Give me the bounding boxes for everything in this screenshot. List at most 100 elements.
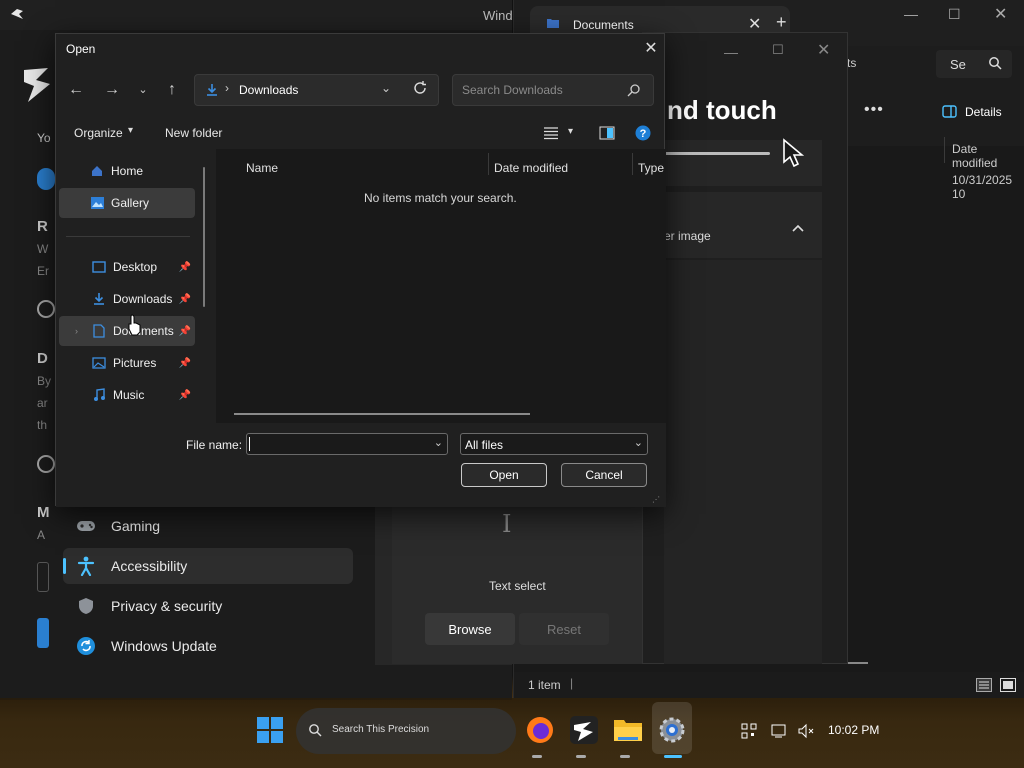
browse-button[interactable]: Browse — [425, 613, 515, 645]
settings-button-fragment[interactable] — [37, 618, 49, 648]
minimize-icon[interactable]: — — [904, 6, 918, 22]
settings-fragment: R — [37, 218, 48, 235]
search-downloads-input[interactable]: Search Downloads — [452, 74, 654, 106]
display-icon[interactable] — [771, 723, 789, 744]
column-separator[interactable] — [488, 153, 489, 175]
settings-fragment: W — [37, 242, 49, 256]
pin-icon[interactable]: 📌 — [179, 326, 191, 337]
expand-chevron-icon[interactable]: › — [75, 326, 78, 336]
organize-dropdown-icon: ▾ — [128, 125, 134, 136]
firefox-icon[interactable] — [522, 712, 558, 748]
running-indicator — [664, 755, 682, 758]
nav-item-pictures[interactable]: Pictures 📌 — [59, 348, 195, 378]
settings-nav-privacy[interactable]: Privacy & security — [63, 588, 353, 624]
preview-pane-icon[interactable] — [599, 126, 615, 145]
settings-titlebar — [0, 0, 512, 30]
column-header-date-modified[interactable]: Date modified — [952, 142, 1024, 170]
new-folder-button[interactable]: New folder — [165, 126, 222, 140]
chevron-down-icon[interactable]: ⌄ — [434, 436, 443, 449]
horizontal-scrollbar[interactable] — [234, 413, 530, 415]
text-cursor-icon: I — [502, 510, 512, 538]
close-icon[interactable]: ✕ — [817, 40, 830, 60]
settings-fragment: th — [37, 418, 48, 432]
back-arrow-icon[interactable]: ← — [64, 78, 88, 102]
nav-item-downloads[interactable]: Downloads 📌 — [59, 284, 195, 314]
nav-item-home[interactable]: Home — [59, 156, 195, 186]
file-explorer-icon[interactable] — [610, 712, 646, 748]
search-icon — [627, 83, 641, 102]
address-bar[interactable]: › Downloads ⌄ — [194, 74, 439, 106]
chevron-up-icon[interactable] — [792, 219, 804, 237]
eagle-app-icon[interactable] — [566, 712, 602, 748]
refresh-icon[interactable] — [412, 80, 428, 101]
maximize-icon[interactable]: ☐ — [948, 6, 961, 23]
taskbar-clock[interactable]: 10:02 PM — [828, 723, 879, 737]
column-separator[interactable] — [632, 153, 633, 175]
nav-item-music[interactable]: Music 📌 — [59, 380, 195, 410]
nav-item-gallery[interactable]: Gallery — [59, 188, 195, 218]
cancel-button[interactable]: Cancel — [561, 463, 647, 487]
settings-input-fragment[interactable] — [37, 562, 49, 592]
resize-grip-icon[interactable]: ⋰ — [652, 495, 660, 504]
close-icon[interactable]: ✕ — [994, 4, 1007, 24]
taskbar-search-box[interactable]: Search This Precision — [296, 708, 516, 754]
pointer-preview-area — [664, 260, 822, 664]
qr-code-icon[interactable] — [741, 723, 757, 744]
folder-icon — [546, 16, 560, 34]
nav-label: Gallery — [111, 196, 150, 210]
pin-icon[interactable]: 📌 — [179, 358, 191, 369]
empty-results-message: No items match your search. — [364, 191, 517, 205]
settings-radio-fragment[interactable] — [37, 300, 55, 318]
breadcrumb-downloads[interactable]: Downloads — [239, 83, 298, 97]
details-view-icon[interactable] — [976, 678, 992, 697]
up-arrow-icon[interactable]: ↑ — [160, 78, 184, 102]
details-pane-icon — [942, 105, 957, 123]
organize-button[interactable]: Organize — [74, 126, 123, 140]
address-dropdown-icon[interactable]: ⌄ — [381, 81, 391, 95]
start-button[interactable] — [252, 712, 288, 748]
column-header-type[interactable]: Type — [638, 161, 664, 175]
explorer-search-box[interactable]: Se — [936, 50, 1012, 78]
recent-locations-chevron-icon[interactable]: ⌄ — [131, 78, 155, 102]
more-options-icon[interactable]: ••• — [864, 101, 884, 119]
search-icon — [988, 56, 1002, 75]
explorer-tab-title: Documents — [573, 18, 634, 32]
nav-item-documents[interactable]: › Documents 📌 — [59, 316, 195, 346]
navigation-scrollbar[interactable] — [203, 167, 205, 307]
settings-nav-accessibility[interactable]: Accessibility — [63, 548, 353, 584]
view-dropdown-icon[interactable]: ▾ — [568, 126, 573, 137]
pin-icon[interactable]: 📌 — [179, 294, 191, 305]
chevron-down-icon[interactable]: ⌄ — [634, 436, 643, 449]
nav-label: Privacy & security — [111, 598, 223, 614]
gamepad-icon — [75, 515, 97, 537]
close-tab-icon[interactable]: ✕ — [748, 14, 761, 34]
help-icon[interactable]: ? — [635, 125, 651, 146]
panel-scrollbar[interactable] — [848, 662, 868, 664]
reset-button[interactable]: Reset — [519, 613, 609, 645]
minimize-icon[interactable]: — — [724, 44, 738, 60]
column-header-date-modified[interactable]: Date modified — [494, 161, 568, 175]
tiles-view-icon[interactable] — [1000, 678, 1016, 697]
pointer-size-slider[interactable] — [664, 152, 770, 155]
nav-label: Desktop — [113, 260, 158, 274]
settings-gear-icon[interactable] — [654, 712, 690, 748]
maximize-icon[interactable]: ☐ — [772, 42, 784, 58]
settings-nav-gaming[interactable]: Gaming — [63, 508, 353, 544]
volume-muted-icon[interactable] — [797, 723, 815, 744]
file-name-input[interactable]: ⌄ — [246, 433, 448, 455]
settings-nav-windows-update[interactable]: Windows Update — [63, 628, 353, 664]
new-tab-icon[interactable]: + — [776, 12, 787, 33]
nav-item-desktop[interactable]: Desktop 📌 — [59, 252, 195, 282]
forward-arrow-icon[interactable]: → — [100, 78, 124, 102]
file-type-select[interactable]: All files ⌄ — [460, 433, 648, 455]
details-button[interactable]: Details — [965, 105, 1002, 119]
view-list-icon[interactable] — [543, 126, 559, 145]
open-button[interactable]: Open — [461, 463, 547, 487]
pin-icon[interactable]: 📌 — [179, 262, 191, 273]
settings-fragment: Yo — [37, 131, 51, 145]
settings-radio-fragment[interactable] — [37, 455, 55, 473]
desktop-icon — [91, 259, 107, 275]
column-header-name[interactable]: Name — [246, 161, 278, 175]
close-icon[interactable]: ✕ — [640, 38, 662, 60]
pin-icon[interactable]: 📌 — [179, 390, 191, 401]
